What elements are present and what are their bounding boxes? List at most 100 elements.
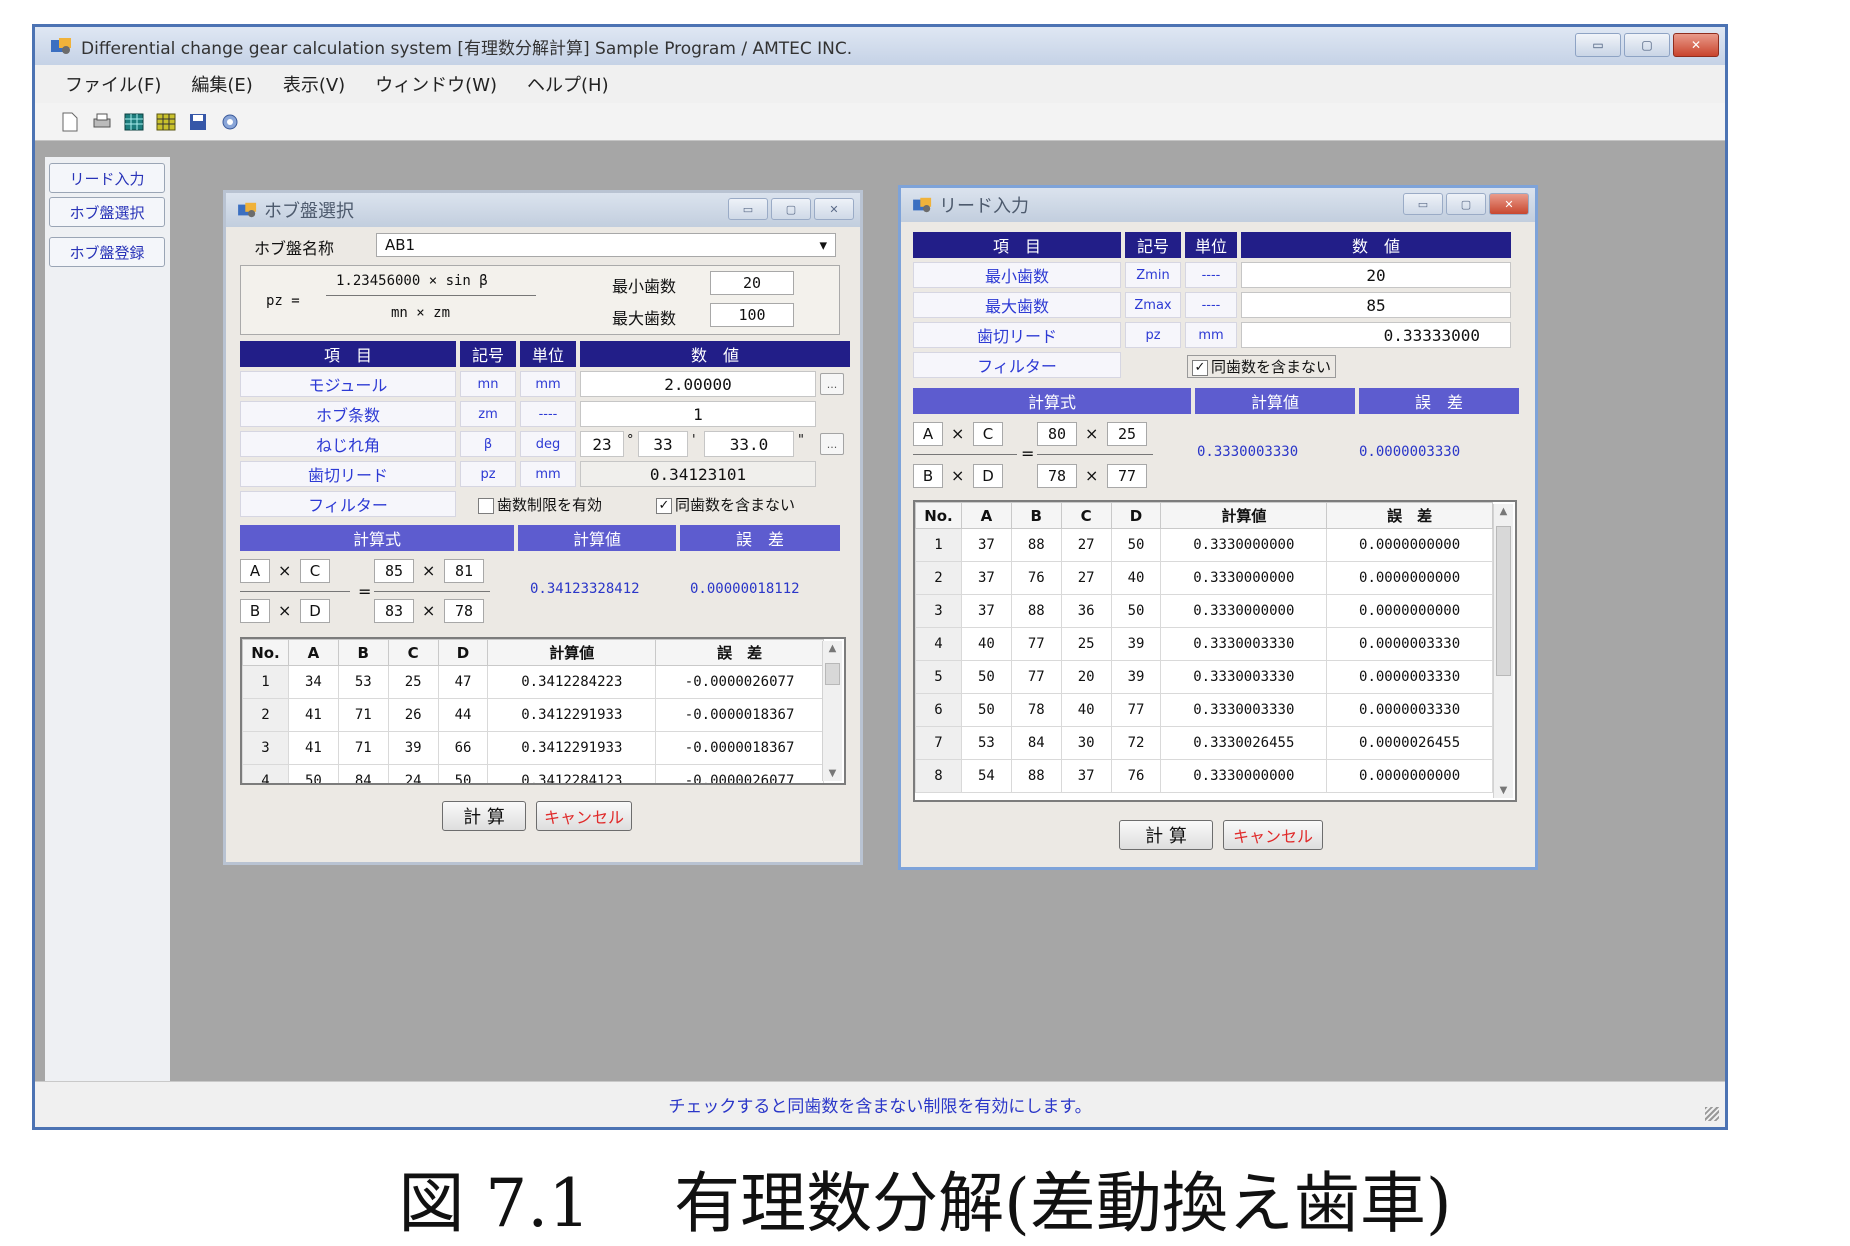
table-row[interactable]: 6 50 78 40 77 0.3330003330 0.0000003330 <box>915 693 1493 727</box>
exclude-same-teeth-checkbox[interactable]: ✓ 同歯数を含まない <box>656 494 795 515</box>
max-teeth-input[interactable]: 100 <box>710 303 794 327</box>
module-input[interactable]: 2.00000 <box>580 371 816 397</box>
app-icon <box>51 38 71 54</box>
hob-list-scrollbar[interactable]: ▲ ▼ <box>822 641 842 781</box>
hob-window-titlebar[interactable]: ホブ盤選択 ▭ ▢ ✕ <box>226 193 860 227</box>
tool-icon[interactable] <box>219 111 241 133</box>
cell: 37 <box>960 561 1012 595</box>
minute-mark: ' <box>692 433 696 448</box>
lead-result-list[interactable]: No. A B C D 計算値 誤 差 1 37 88 27 50 0.333000000… <box>913 500 1517 802</box>
hob-result-list[interactable]: No. A B C D 計算値 誤 差 1 34 53 25 47 0.341228422… <box>240 637 846 785</box>
cell: 71 <box>337 698 389 732</box>
title-bar[interactable]: Differential change gear calculation sys… <box>35 27 1725 65</box>
hob-minimize-button[interactable]: ▭ <box>728 198 768 220</box>
formula-numerator: 1.23456000 × sin β <box>336 273 488 289</box>
hob-maximize-button[interactable]: ▢ <box>771 198 811 220</box>
helix-angle-unit: deg <box>520 431 576 457</box>
lead-window-titlebar[interactable]: リード入力 ▭ ▢ ✕ <box>901 188 1535 222</box>
teeth-limit-label: 歯数制限を有効 <box>497 496 603 514</box>
hob-register-button[interactable]: ホブ盤登録 <box>49 237 165 267</box>
scroll-up-icon[interactable]: ▲ <box>1494 506 1513 517</box>
table-row[interactable]: 2 41 71 26 44 0.3412291933 -0.0000018367 <box>242 698 824 732</box>
save-icon[interactable] <box>187 111 209 133</box>
min-teeth-input[interactable]: 20 <box>710 271 794 295</box>
hob-threads-input[interactable]: 1 <box>580 401 816 427</box>
table-icon[interactable] <box>155 111 177 133</box>
calc-error-value: 0.00000018112 <box>690 581 800 597</box>
cell: 40 <box>960 627 1012 661</box>
helix-picker-button[interactable]: ... <box>820 433 844 455</box>
lead-result-table: No. A B C D 計算値 誤 差 1 37 88 27 50 0.333000000… <box>915 502 1493 793</box>
module-symbol: mn <box>460 371 516 397</box>
scroll-up-icon[interactable]: ▲ <box>823 643 842 654</box>
lead-list-scrollbar[interactable]: ▲ ▼ <box>1493 504 1513 798</box>
gear-c-label: C <box>300 559 330 583</box>
col-a: A <box>287 639 339 666</box>
hob-close-button[interactable]: ✕ <box>814 198 854 220</box>
menu-view[interactable]: 表示(V) <box>283 71 345 97</box>
table-row[interactable]: 7 53 84 30 72 0.3330026455 0.0000026455 <box>915 726 1493 760</box>
lead-cut-lead-input[interactable]: 0.33333000 <box>1241 322 1511 348</box>
times-sign: × <box>1085 466 1099 485</box>
min-teeth-unit: ---- <box>1185 262 1237 288</box>
cell: 37 <box>960 528 1012 562</box>
resize-grip-icon[interactable] <box>1705 1107 1719 1121</box>
cell: 84 <box>337 764 389 783</box>
cut-lead-symbol: pz <box>460 461 516 487</box>
lead-calc-result-value: 0.3330003330 <box>1197 444 1299 460</box>
table-row[interactable]: 2 37 76 27 40 0.3330000000 0.0000000000 <box>915 561 1493 595</box>
table-row[interactable]: 5 50 77 20 39 0.3330003330 0.0000003330 <box>915 660 1493 694</box>
hob-calc-button[interactable]: 計 算 <box>442 801 526 831</box>
lead-exclude-same-teeth-checkbox[interactable]: ✓ 同歯数を含まない <box>1187 355 1337 378</box>
formula-line <box>374 591 490 592</box>
cell: 3 <box>242 731 289 765</box>
scroll-down-icon[interactable]: ▼ <box>1494 785 1513 796</box>
table-row[interactable]: 4 40 77 25 39 0.3330003330 0.0000003330 <box>915 627 1493 661</box>
scroll-thumb[interactable] <box>825 663 840 685</box>
table-row[interactable]: 1 34 53 25 47 0.3412284223 -0.0000026077 <box>242 665 824 699</box>
hob-cancel-button[interactable]: キャンセル <box>536 801 632 831</box>
lead-maximize-button[interactable]: ▢ <box>1446 193 1486 215</box>
module-picker-button[interactable]: ... <box>820 373 844 395</box>
lead-close-button[interactable]: ✕ <box>1489 193 1529 215</box>
table-row[interactable]: 8 54 88 37 76 0.3330000000 0.0000000000 <box>915 759 1493 793</box>
table-row[interactable]: 4 50 84 24 50 0.3412284123 -0.0000026077 <box>242 764 824 783</box>
module-label: モジュール <box>240 371 456 397</box>
machine-name-select[interactable]: AB1 ▾ <box>376 233 836 257</box>
lead-input-window: リード入力 ▭ ▢ ✕ 項 目 記号 単位 数 値 最小歯数 Zmin ----… <box>898 185 1538 870</box>
gear-b-label: B <box>240 599 270 623</box>
helix-second-input[interactable]: 33.0 <box>704 431 794 457</box>
table-row[interactable]: 3 41 71 39 66 0.3412291933 -0.0000018367 <box>242 731 824 765</box>
table-row[interactable]: 1 37 88 27 50 0.3330000000 0.0000000000 <box>915 528 1493 562</box>
header-unit: 単位 <box>1185 232 1237 258</box>
helix-degree-input[interactable]: 23 <box>580 431 624 457</box>
print-icon[interactable] <box>91 111 113 133</box>
grid-icon[interactable] <box>123 111 145 133</box>
table-row[interactable]: 3 37 88 36 50 0.3330000000 0.0000000000 <box>915 594 1493 628</box>
lead-min-teeth-input[interactable]: 20 <box>1241 262 1511 288</box>
scroll-thumb[interactable] <box>1496 526 1511 676</box>
cell: 88 <box>1010 759 1062 793</box>
cell: 27 <box>1060 528 1112 562</box>
new-file-icon[interactable] <box>59 111 81 133</box>
teeth-limit-checkbox[interactable]: 歯数制限を有効 <box>478 494 602 515</box>
cut-lead-label: 歯切リード <box>240 461 456 487</box>
maximize-button[interactable]: ▢ <box>1624 33 1670 57</box>
hob-select-button[interactable]: ホブ盤選択 <box>49 197 165 227</box>
close-button[interactable]: ✕ <box>1673 33 1719 57</box>
menu-window[interactable]: ウィンドウ(W) <box>375 71 497 97</box>
lead-header-row: 項 目 記号 単位 数 値 <box>913 232 1511 258</box>
helix-minute-input[interactable]: 33 <box>638 431 688 457</box>
col-no: No. <box>915 502 962 529</box>
lead-input-button[interactable]: リード入力 <box>49 163 165 193</box>
lead-cancel-button[interactable]: キャンセル <box>1223 820 1323 850</box>
menu-help[interactable]: ヘルプ(H) <box>527 71 609 97</box>
scroll-down-icon[interactable]: ▼ <box>823 768 842 779</box>
menu-file[interactable]: ファイル(F) <box>65 71 161 97</box>
lead-max-teeth-input[interactable]: 85 <box>1241 292 1511 318</box>
equals-sign: = <box>1021 444 1035 463</box>
lead-minimize-button[interactable]: ▭ <box>1403 193 1443 215</box>
lead-calc-button[interactable]: 計 算 <box>1119 820 1213 850</box>
menu-edit[interactable]: 編集(E) <box>191 71 252 97</box>
minimize-button[interactable]: ▭ <box>1575 33 1621 57</box>
